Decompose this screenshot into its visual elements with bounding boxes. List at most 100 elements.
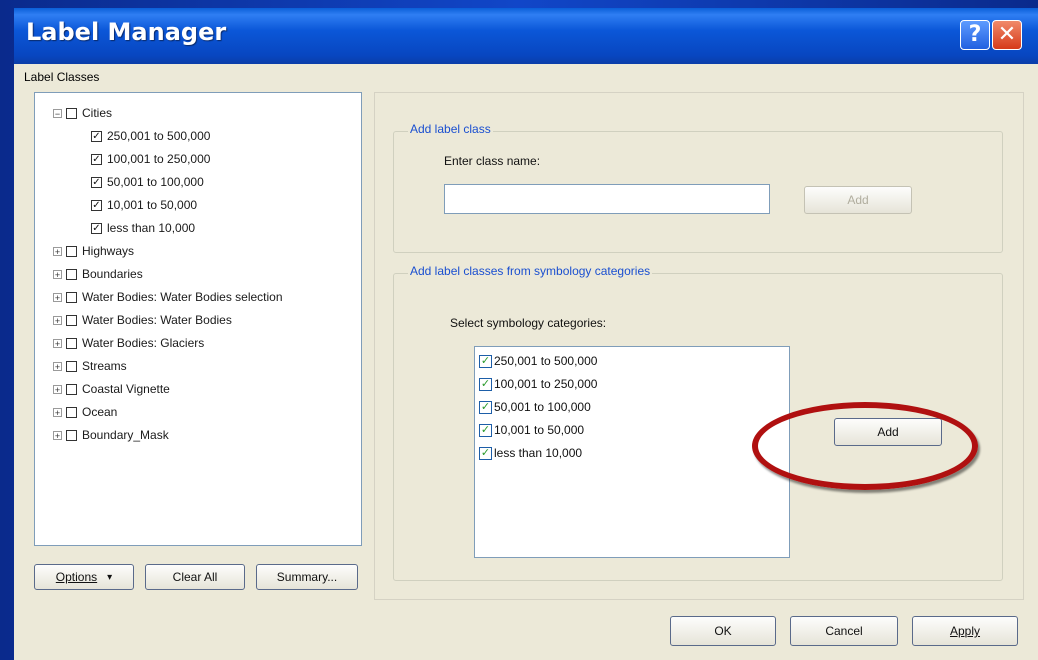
tree-item[interactable]: 250,001 to 500,000 <box>91 126 210 146</box>
window-title: Label Manager <box>26 18 227 46</box>
expand-icon[interactable]: + <box>53 315 62 325</box>
tree-item-checkbox[interactable] <box>66 360 77 372</box>
tree-item-checkbox[interactable] <box>66 337 77 349</box>
tree-item-checkbox[interactable] <box>66 429 77 441</box>
symbology-item-label: 100,001 to 250,000 <box>494 377 598 391</box>
tree-item[interactable]: − Cities <box>53 103 112 123</box>
tree-item[interactable]: less than 10,000 <box>91 218 195 238</box>
tree-item-checkbox[interactable] <box>66 107 77 119</box>
symbology-legend: Add label classes from symbology categor… <box>408 264 653 278</box>
tree-item[interactable]: 10,001 to 50,000 <box>91 195 197 215</box>
help-icon[interactable]: ? <box>960 20 990 50</box>
label-manager-dialog: Label Manager ? ✕ Label Classes − Cities 2… <box>14 8 1038 660</box>
symbology-item[interactable]: ✓ less than 10,000 <box>479 443 582 463</box>
ok-button[interactable]: OK <box>670 616 776 646</box>
tree-item-label: Streams <box>82 359 127 373</box>
tree-item[interactable]: + Water Bodies: Water Bodies selection <box>53 287 283 307</box>
collapse-icon[interactable]: − <box>53 108 62 118</box>
cancel-button-label: Cancel <box>825 624 863 638</box>
tree-item-label: 50,001 to 100,000 <box>107 175 204 189</box>
symbology-item-label: 50,001 to 100,000 <box>494 400 591 414</box>
ok-button-label: OK <box>714 624 732 638</box>
tree-item-label: Boundary_Mask <box>82 428 169 442</box>
enter-class-name-label: Enter class name: <box>444 154 541 168</box>
options-button[interactable]: Options ▾ <box>34 564 134 590</box>
tree-item[interactable]: + Water Bodies: Glaciers <box>53 333 204 353</box>
tree-item-checkbox[interactable] <box>66 291 77 303</box>
tree-item-checkbox[interactable] <box>91 176 102 188</box>
tree-item-label: Water Bodies: Glaciers <box>82 336 205 350</box>
symbology-item[interactable]: ✓ 10,001 to 50,000 <box>479 420 584 440</box>
add-label-class-group: Add label class Enter class name: Add <box>393 122 1003 253</box>
tree-item-label: 100,001 to 250,000 <box>107 152 211 166</box>
add-label-class-legend: Add label class <box>408 122 493 136</box>
tree-item-checkbox[interactable] <box>66 268 77 280</box>
select-symbology-label: Select symbology categories: <box>450 316 607 330</box>
tree-item-checkbox[interactable] <box>66 314 77 326</box>
symbology-item-checkbox[interactable]: ✓ <box>479 423 492 437</box>
symbology-item[interactable]: ✓ 50,001 to 100,000 <box>479 397 591 417</box>
tree-item[interactable]: 100,001 to 250,000 <box>91 149 210 169</box>
class-name-input[interactable] <box>444 184 770 214</box>
expand-icon[interactable]: + <box>53 361 62 371</box>
tree-item-label: Boundaries <box>82 267 143 281</box>
title-bar[interactable]: Label Manager ? ✕ <box>14 8 1038 64</box>
tree-item[interactable]: + Boundary_Mask <box>53 425 169 445</box>
tree-item[interactable]: + Ocean <box>53 402 117 422</box>
apply-button[interactable]: Apply <box>912 616 1018 646</box>
dropdown-arrow-icon: ▾ <box>107 571 113 583</box>
expand-icon[interactable]: + <box>53 338 62 348</box>
add-class-button[interactable]: Add <box>804 186 912 214</box>
label-classes-tree[interactable]: − Cities 250,001 to 500,000 100,001 to 250,… <box>34 92 362 546</box>
expand-icon[interactable]: + <box>53 292 62 302</box>
symbology-item-label: 250,001 to 500,000 <box>494 354 598 368</box>
label-classes-caption: Label Classes <box>24 70 100 84</box>
symbology-categories-list[interactable]: ✓ 250,001 to 500,000 ✓ 100,001 to 250,000 ✓ 5… <box>474 346 790 558</box>
tree-item-label: less than 10,000 <box>107 221 196 235</box>
symbology-item-checkbox[interactable]: ✓ <box>479 446 492 460</box>
expand-icon[interactable]: + <box>53 407 62 417</box>
tree-item-label: Highways <box>82 244 135 258</box>
expand-icon[interactable]: + <box>53 430 62 440</box>
tree-item-label: Cities <box>82 106 113 120</box>
tree-item-label: Coastal Vignette <box>82 382 170 396</box>
symbology-item-checkbox[interactable]: ✓ <box>479 354 492 368</box>
symbology-item-checkbox[interactable]: ✓ <box>479 377 492 391</box>
tree-item-checkbox[interactable] <box>66 245 77 257</box>
expand-icon[interactable]: + <box>53 384 62 394</box>
tree-item[interactable]: 50,001 to 100,000 <box>91 172 204 192</box>
add-class-button-label: Add <box>847 193 869 207</box>
tree-item-checkbox[interactable] <box>91 222 102 234</box>
tree-item-checkbox[interactable] <box>91 153 102 165</box>
expand-icon[interactable]: + <box>53 269 62 279</box>
right-panel: Add label class Enter class name: Add Ad… <box>374 92 1024 600</box>
clear-all-button-label: Clear All <box>172 570 218 584</box>
tree-item-label: 10,001 to 50,000 <box>107 198 198 212</box>
tree-item[interactable]: + Coastal Vignette <box>53 379 170 399</box>
expand-icon[interactable]: + <box>53 246 62 256</box>
tree-item-label: Ocean <box>82 405 118 419</box>
tree-item-checkbox[interactable] <box>91 130 102 142</box>
tree-item-checkbox[interactable] <box>66 383 77 395</box>
symbology-item-label: less than 10,000 <box>494 446 583 460</box>
symbology-item-checkbox[interactable]: ✓ <box>479 400 492 414</box>
highlight-circle-annotation <box>752 402 978 490</box>
tree-item-label: 250,001 to 500,000 <box>107 129 211 143</box>
tree-item-checkbox[interactable] <box>66 406 77 418</box>
tree-item[interactable]: + Streams <box>53 356 127 376</box>
clear-all-button[interactable]: Clear All <box>145 564 245 590</box>
symbology-item[interactable]: ✓ 100,001 to 250,000 <box>479 374 597 394</box>
tree-item[interactable]: + Boundaries <box>53 264 143 284</box>
tree-item-checkbox[interactable] <box>91 199 102 211</box>
apply-button-label: Apply <box>949 624 981 638</box>
symbology-item[interactable]: ✓ 250,001 to 500,000 <box>479 351 597 371</box>
tree-item[interactable]: + Highways <box>53 241 134 261</box>
tree-item-label: Water Bodies: Water Bodies <box>82 313 232 327</box>
tree-item[interactable]: + Water Bodies: Water Bodies <box>53 310 232 330</box>
summary-button[interactable]: Summary... <box>256 564 358 590</box>
options-button-label: Options <box>55 570 98 584</box>
summary-button-label: Summary... <box>276 570 338 584</box>
cancel-button[interactable]: Cancel <box>790 616 898 646</box>
tree-item-label: Water Bodies: Water Bodies selection <box>82 290 283 304</box>
close-icon[interactable]: ✕ <box>992 20 1022 50</box>
